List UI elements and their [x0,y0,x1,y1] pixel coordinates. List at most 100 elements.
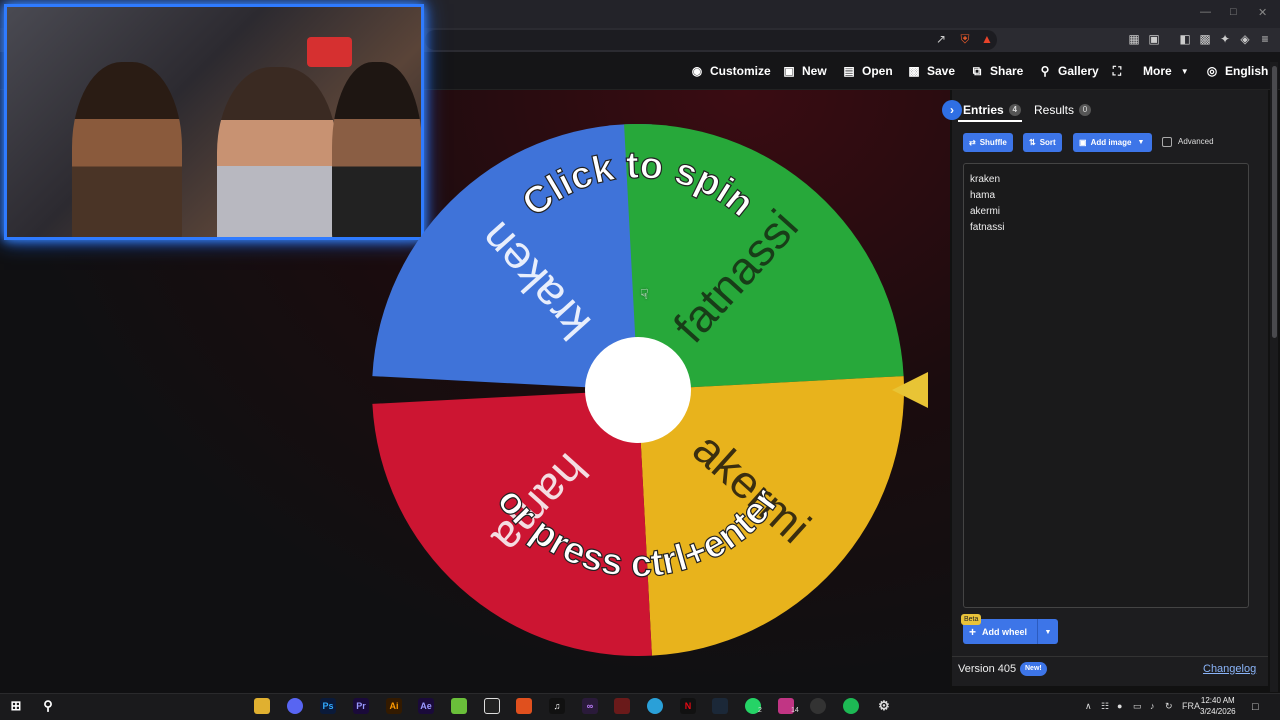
webcam-overlay [4,4,424,240]
leo-ai-icon[interactable]: ✦ [1218,32,1232,46]
changelog-link[interactable]: Changelog [1203,663,1256,675]
tab-results[interactable]: Results 0 [1034,103,1092,117]
share-page-icon[interactable]: ↗ [934,32,948,46]
gallery-button[interactable]: ⚲ Gallery [1038,62,1099,80]
add-image-button[interactable]: ▣ Add image ▼ [1073,133,1152,152]
add-image-label: Add image [1090,138,1132,147]
panel-divider [952,656,1268,657]
tiktok-icon[interactable]: ♫ [549,698,565,714]
notifications-icon[interactable]: □ [1252,701,1259,713]
customize-label: Customize [710,64,771,78]
fullscreen-button[interactable]: ⛶ [1110,62,1124,80]
spotify-icon[interactable] [843,698,859,714]
person-center [217,67,337,237]
globe-icon: ◎ [1206,64,1218,78]
extensions-icon[interactable]: ▦ [1127,32,1141,46]
clock-time: 12:40 AM [1200,696,1235,705]
add-wheel-dropdown[interactable]: ▼ [1037,619,1058,644]
more-button[interactable]: More ▼ [1143,62,1192,80]
close-icon[interactable]: ✕ [1258,6,1267,19]
open-button[interactable]: ▤ Open [842,62,893,80]
url-field[interactable] [425,30,997,50]
brave-icon[interactable] [516,698,532,714]
sidebar-icon[interactable]: ◧ [1178,32,1192,46]
photoshop-icon[interactable]: Ps [320,698,336,714]
input-language[interactable]: FRA [1182,701,1200,711]
palette-icon: ◉ [691,64,703,78]
brave-shield-icon[interactable]: ⛨ [958,32,972,46]
visual-studio-icon[interactable]: ∞ [582,698,598,714]
network-icon[interactable]: ☷ [1101,701,1109,712]
collapse-panel-icon[interactable]: › [942,100,962,120]
green-app-icon[interactable] [451,698,467,714]
save-button[interactable]: ▩ Save [907,62,955,80]
version-label: Version 405 [958,663,1017,675]
entry-line: akermi [970,206,1001,217]
brave-rewards-icon[interactable]: ▲ [980,32,994,46]
illustrator-icon[interactable]: Ai [386,698,402,714]
vpn-icon[interactable]: ◈ [1238,32,1252,46]
system-clock[interactable]: 12:40 AM 3/24/2026 [1200,695,1236,717]
language-button[interactable]: ◎ English [1205,62,1269,80]
file-explorer-icon[interactable] [254,698,270,714]
red-app-icon[interactable] [614,698,630,714]
fullscreen-icon: ⛶ [1112,63,1122,78]
settings-gear-icon[interactable]: ⚙ [876,698,892,714]
share-label: Share [990,64,1024,78]
discord-icon[interactable] [287,698,303,714]
sort-icon: ⇅ [1029,138,1036,147]
premiere-icon[interactable]: Pr [353,698,369,714]
language-label: English [1225,64,1269,78]
after-effects-icon[interactable]: Ae [418,698,434,714]
results-count-badge: 0 [1079,104,1092,116]
advanced-label: Advanced [1178,137,1214,146]
save-label: Save [927,64,956,78]
instagram-badge: 14 [791,707,799,714]
new-badge: New! [1020,662,1047,676]
open-label: Open [862,64,893,78]
search-icon[interactable]: ⚲ [40,698,56,714]
volume-icon[interactable]: ♪ [1150,701,1155,711]
wallet-icon[interactable]: ▩ [1198,32,1212,46]
battery-icon[interactable]: ▭ [1133,701,1142,712]
hand-cursor-icon: ☟ [640,286,649,302]
scrollbar-thumb[interactable] [1272,66,1277,338]
clock-date: 3/24/2026 [1200,707,1236,716]
menu-icon[interactable]: ≡ [1258,32,1272,46]
entries-count-badge: 4 [1008,104,1021,116]
entry-line: fatnassi [970,222,1005,233]
tab-results-label: Results [1034,103,1075,117]
person-left [72,62,182,237]
entries-textarea[interactable]: kraken hama akermi fatnassi [963,163,1249,608]
netflix-icon[interactable]: N [680,698,696,714]
windows-start-icon[interactable]: ⊞ [8,698,24,714]
refresh-icon[interactable]: ↻ [1165,701,1173,712]
customize-button[interactable]: ◉ Customize [690,62,771,80]
tabs-icon[interactable]: ▣ [1147,32,1161,46]
wheel-center-hub[interactable] [585,337,691,443]
image-icon: ▣ [1079,138,1087,147]
maximize-icon[interactable]: □ [1230,6,1237,18]
shuffle-icon: ⇄ [969,138,976,147]
steam-icon[interactable] [712,698,728,714]
plus-icon: + [969,624,977,639]
sort-button[interactable]: ⇅ Sort [1023,133,1062,152]
folder-icon: ▤ [843,64,855,78]
telegram-icon[interactable] [647,698,663,714]
shoe-box [307,37,352,67]
obs-icon[interactable] [810,698,826,714]
advanced-checkbox[interactable] [1162,137,1172,147]
share-button[interactable]: ⧉ Share [970,62,1024,80]
spin-wheel[interactable]: kraken fatnassi akermi hama Click to spi… [372,124,904,656]
tray-overflow-icon[interactable]: ∧ [1085,701,1092,712]
capcut-icon[interactable] [484,698,500,714]
tab-entries-label: Entries [963,103,1004,117]
shuffle-button[interactable]: ⇄ Shuffle [963,133,1013,152]
new-button[interactable]: ▣ New [782,62,826,80]
mic-icon[interactable]: ● [1117,701,1122,711]
minimize-icon[interactable]: — [1200,6,1211,18]
search-icon: ⚲ [1040,64,1050,78]
add-wheel-label: Add wheel [982,626,1028,637]
chevron-down-icon: ▼ [1137,139,1145,146]
tab-entries[interactable]: Entries 4 [963,103,1021,117]
